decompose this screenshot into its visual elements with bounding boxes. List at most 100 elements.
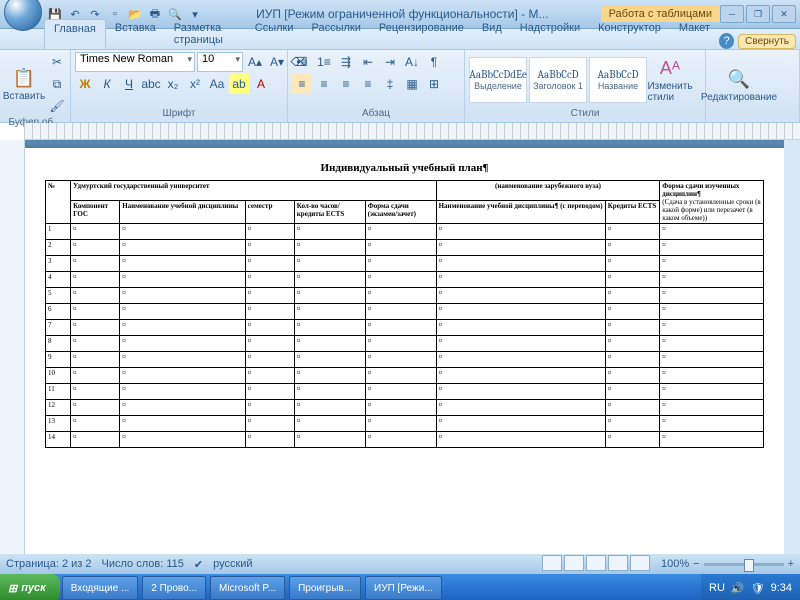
table-row[interactable]: 10¤¤¤¤¤¤¤¤ bbox=[46, 368, 764, 384]
horizontal-ruler[interactable] bbox=[24, 123, 800, 140]
tab-Ссылки[interactable]: Ссылки bbox=[246, 19, 303, 49]
borders-button[interactable]: ⊞ bbox=[424, 74, 444, 94]
editing-button[interactable]: 🔍 Редактирование bbox=[710, 68, 768, 103]
bullets-button[interactable]: •≡ bbox=[292, 52, 312, 72]
format-painter-button[interactable]: 🖌 bbox=[47, 96, 67, 116]
tab-Рассылки[interactable]: Рассылки bbox=[303, 19, 370, 49]
tab-Надстройки[interactable]: Надстройки bbox=[511, 19, 589, 49]
style-Название[interactable]: AaBbCcDНазвание bbox=[589, 57, 647, 103]
task-button[interactable]: 2 Прово... bbox=[142, 576, 206, 600]
view-buttons[interactable] bbox=[541, 555, 651, 574]
style-gallery[interactable]: AaBbCcDdEeВыделениеAaBbCcDЗаголовок 1AaB… bbox=[469, 57, 647, 103]
start-button[interactable]: ⊞ пуск bbox=[0, 574, 60, 600]
document-title: Индивидуальный учебный план¶ bbox=[45, 162, 764, 174]
copy-button[interactable]: ⧉ bbox=[47, 74, 67, 94]
restore-button[interactable]: ❐ bbox=[746, 5, 770, 23]
indent-button[interactable]: ⇥ bbox=[380, 52, 400, 72]
table-row[interactable]: 12¤¤¤¤¤¤¤¤ bbox=[46, 400, 764, 416]
font-size-combo[interactable]: 10 bbox=[197, 52, 243, 72]
shading-button[interactable]: ▦ bbox=[402, 74, 422, 94]
justify-button[interactable]: ≡ bbox=[358, 74, 378, 94]
superscript-button[interactable]: x² bbox=[185, 74, 205, 94]
windows-logo-icon: ⊞ bbox=[8, 582, 17, 595]
help-icon[interactable]: ? bbox=[719, 33, 734, 49]
strike-button[interactable]: abc bbox=[141, 74, 161, 94]
change-styles-button[interactable]: Aᴬ Изменить стили bbox=[650, 57, 690, 103]
tab-Рецензирование[interactable]: Рецензирование bbox=[370, 19, 473, 49]
italic-button[interactable]: К bbox=[97, 74, 117, 94]
windows-taskbar: ⊞ пуск Входящие ...2 Прово...Microsoft P… bbox=[0, 574, 800, 600]
tab-Разметка страницы[interactable]: Разметка страницы bbox=[165, 19, 246, 49]
multilevel-button[interactable]: ⇶ bbox=[336, 52, 356, 72]
grow-font-button[interactable]: A▴ bbox=[245, 52, 265, 72]
tab-Вид[interactable]: Вид bbox=[473, 19, 511, 49]
tab-Конструктор[interactable]: Конструктор bbox=[589, 19, 670, 49]
system-tray[interactable]: RU 🔊 🛡 9:34 bbox=[701, 574, 800, 600]
table-row[interactable]: 4¤¤¤¤¤¤¤¤ bbox=[46, 272, 764, 288]
tab-Макет[interactable]: Макет bbox=[670, 19, 719, 49]
zoom-level[interactable]: 100% bbox=[661, 558, 689, 570]
clock[interactable]: 9:34 bbox=[771, 582, 792, 594]
page-status[interactable]: Страница: 2 из 2 bbox=[6, 558, 92, 570]
table-row[interactable]: 13¤¤¤¤¤¤¤¤ bbox=[46, 416, 764, 432]
tray-icon[interactable]: 🛡 bbox=[751, 582, 765, 595]
find-icon: 🔍 bbox=[727, 68, 751, 92]
group-font: Шрифт bbox=[75, 107, 283, 120]
font-color-button[interactable]: A bbox=[251, 74, 271, 94]
table-row[interactable]: 8¤¤¤¤¤¤¤¤ bbox=[46, 336, 764, 352]
line-spacing-button[interactable]: ‡ bbox=[380, 74, 400, 94]
language-status[interactable]: русский bbox=[213, 558, 252, 570]
document-area[interactable]: Индивидуальный учебный план¶ № Удмуртски… bbox=[25, 140, 784, 554]
language-indicator[interactable]: RU bbox=[709, 582, 725, 594]
close-button[interactable]: ✕ bbox=[772, 5, 796, 23]
zoom-in-button[interactable]: + bbox=[788, 558, 794, 570]
align-right-button[interactable]: ≡ bbox=[336, 74, 356, 94]
task-button[interactable]: Проигрыв... bbox=[289, 576, 361, 600]
minimize-button[interactable]: ─ bbox=[720, 5, 744, 23]
underline-button[interactable]: Ч bbox=[119, 74, 139, 94]
page: Индивидуальный учебный план¶ № Удмуртски… bbox=[25, 148, 784, 554]
sort-button[interactable]: A↓ bbox=[402, 52, 422, 72]
zoom-slider[interactable] bbox=[704, 563, 784, 566]
numbering-button[interactable]: 1≡ bbox=[314, 52, 334, 72]
office-orb[interactable] bbox=[4, 0, 42, 31]
change-case-button[interactable]: Aa bbox=[207, 74, 227, 94]
proofing-icon[interactable]: ✔ bbox=[194, 558, 203, 571]
align-left-button[interactable]: ≡ bbox=[292, 74, 312, 94]
table-row[interactable]: 9¤¤¤¤¤¤¤¤ bbox=[46, 352, 764, 368]
style-Заголовок 1[interactable]: AaBbCcDЗаголовок 1 bbox=[529, 57, 587, 103]
font-name-combo[interactable]: Times New Roman bbox=[75, 52, 195, 72]
table-row[interactable]: 7¤¤¤¤¤¤¤¤ bbox=[46, 320, 764, 336]
subscript-button[interactable]: x₂ bbox=[163, 74, 183, 94]
paste-button[interactable]: 📋 Вставить bbox=[4, 67, 44, 102]
table-row[interactable]: 1¤¤¤¤¤¤¤¤ bbox=[46, 224, 764, 240]
task-button[interactable]: Microsoft P... bbox=[210, 576, 285, 600]
collapse-ribbon-tip: Свернуть bbox=[738, 34, 796, 49]
table-row[interactable]: 11¤¤¤¤¤¤¤¤ bbox=[46, 384, 764, 400]
change-styles-icon: Aᴬ bbox=[658, 57, 682, 81]
tab-Вставка[interactable]: Вставка bbox=[106, 19, 165, 49]
bold-button[interactable]: Ж bbox=[75, 74, 95, 94]
word-count[interactable]: Число слов: 115 bbox=[102, 558, 184, 570]
table-row[interactable]: 14¤¤¤¤¤¤¤¤ bbox=[46, 432, 764, 448]
dedent-button[interactable]: ⇤ bbox=[358, 52, 378, 72]
style-Выделение[interactable]: AaBbCcDdEeВыделение bbox=[469, 57, 527, 103]
align-center-button[interactable]: ≡ bbox=[314, 74, 334, 94]
plan-table[interactable]: № Удмуртский государственный университет… bbox=[45, 180, 764, 448]
shrink-font-button[interactable]: A▾ bbox=[267, 52, 287, 72]
cut-button[interactable]: ✂ bbox=[47, 52, 67, 72]
task-button[interactable]: ИУП [Режи... bbox=[365, 576, 442, 600]
task-button[interactable]: Входящие ... bbox=[62, 576, 139, 600]
zoom-out-button[interactable]: − bbox=[693, 558, 699, 570]
table-row[interactable]: 5¤¤¤¤¤¤¤¤ bbox=[46, 288, 764, 304]
show-marks-button[interactable]: ¶ bbox=[424, 52, 444, 72]
table-row[interactable]: 6¤¤¤¤¤¤¤¤ bbox=[46, 304, 764, 320]
vertical-scrollbar[interactable] bbox=[784, 140, 800, 554]
table-row[interactable]: 3¤¤¤¤¤¤¤¤ bbox=[46, 256, 764, 272]
tab-Главная[interactable]: Главная bbox=[44, 19, 106, 49]
table-row[interactable]: 2¤¤¤¤¤¤¤¤ bbox=[46, 240, 764, 256]
clipboard-icon: 📋 bbox=[12, 67, 36, 91]
highlight-button[interactable]: ab bbox=[229, 74, 249, 94]
tray-icon[interactable]: 🔊 bbox=[731, 582, 745, 595]
vertical-ruler[interactable] bbox=[0, 140, 25, 554]
